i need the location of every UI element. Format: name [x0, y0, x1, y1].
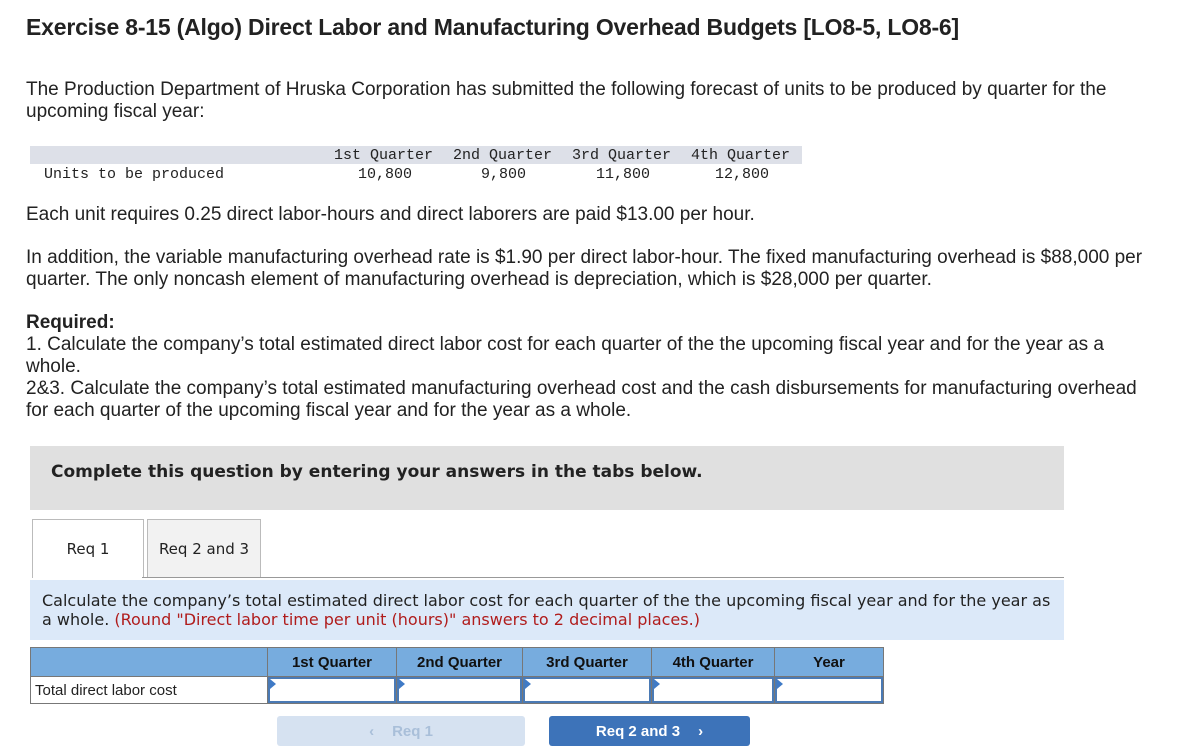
- input-marker-icon: [777, 679, 783, 689]
- answer-header-blank: [30, 647, 268, 677]
- answer-table: 1st Quarter 2nd Quarter 3rd Quarter 4th …: [30, 647, 884, 704]
- forecast-row-label: Units to be produced: [44, 166, 225, 183]
- answer-header-q3: 3rd Quarter: [522, 647, 652, 677]
- tab-req-1[interactable]: Req 1: [32, 519, 144, 578]
- forecast-header-q2: 2nd Quarter: [453, 147, 553, 164]
- input-year[interactable]: [775, 677, 883, 703]
- intro-text: The Production Department of Hruska Corp…: [26, 79, 1107, 122]
- labor-info: Each unit requires 0.25 direct labor-hou…: [26, 204, 755, 225]
- rounding-note: (Round "Direct labor time per unit (hour…: [114, 610, 700, 629]
- cell-q3: [522, 676, 652, 704]
- row-label-total-direct-labor-cost: Total direct labor cost: [30, 676, 268, 704]
- next-req-label: Req 2 and 3: [595, 722, 681, 740]
- banner-text: Complete this question by entering your …: [51, 462, 703, 482]
- answer-header-row: 1st Quarter 2nd Quarter 3rd Quarter 4th …: [30, 647, 884, 677]
- prev-req-button[interactable]: ‹ Req 1: [277, 716, 525, 746]
- chevron-right-icon: ›: [698, 722, 704, 740]
- input-q1[interactable]: [268, 677, 396, 703]
- chevron-left-icon: ‹: [369, 722, 375, 740]
- required-item-2: 2&3. Calculate the company’s total estim…: [26, 378, 1137, 421]
- answer-header-year: Year: [774, 647, 884, 677]
- input-q2[interactable]: [397, 677, 522, 703]
- instruction-panel: Calculate the company’s total estimated …: [30, 580, 1064, 640]
- input-marker-icon: [654, 679, 660, 689]
- required-heading: Required:: [26, 312, 115, 333]
- overhead-info: In addition, the variable manufacturing …: [26, 247, 1143, 290]
- answer-header-q4: 4th Quarter: [651, 647, 775, 677]
- answer-header-q2: 2nd Quarter: [396, 647, 523, 677]
- input-marker-icon: [525, 679, 531, 689]
- tab-divider: [142, 577, 1064, 578]
- tab-req-2-and-3-label: Req 2 and 3: [158, 540, 250, 558]
- forecast-header-q1: 1st Quarter: [334, 147, 434, 164]
- cell-q4: [651, 676, 775, 704]
- forecast-value-q1: 10,800: [358, 166, 413, 183]
- instruction-text-block: Calculate the company’s total estimated …: [42, 591, 1062, 629]
- cell-q1: [267, 676, 397, 704]
- required-section: Required: 1. Calculate the company’s tot…: [26, 312, 1156, 422]
- forecast-value-q3: 11,800: [596, 166, 651, 183]
- input-q4[interactable]: [652, 677, 774, 703]
- next-req-button[interactable]: Req 2 and 3 ›: [549, 716, 750, 746]
- forecast-header-q4: 4th Quarter: [691, 147, 791, 164]
- instructions-banner: Complete this question by entering your …: [30, 446, 1064, 510]
- forecast-value-q2: 9,800: [481, 166, 527, 183]
- required-item-1: 1. Calculate the company’s total estimat…: [26, 334, 1104, 377]
- input-marker-icon: [399, 679, 405, 689]
- input-q3[interactable]: [523, 677, 651, 703]
- tab-req-1-label: Req 1: [66, 540, 110, 558]
- prev-req-label: Req 1: [392, 722, 433, 740]
- cell-q2: [396, 676, 523, 704]
- answer-header-q1: 1st Quarter: [267, 647, 397, 677]
- cell-year: [774, 676, 884, 704]
- table-row: Total direct labor cost: [30, 676, 884, 704]
- tab-req-2-and-3[interactable]: Req 2 and 3: [147, 519, 261, 578]
- page-title: Exercise 8-15 (Algo) Direct Labor and Ma…: [26, 14, 959, 40]
- forecast-value-q4: 12,800: [715, 166, 770, 183]
- input-marker-icon: [270, 679, 276, 689]
- forecast-header-q3: 3rd Quarter: [572, 147, 672, 164]
